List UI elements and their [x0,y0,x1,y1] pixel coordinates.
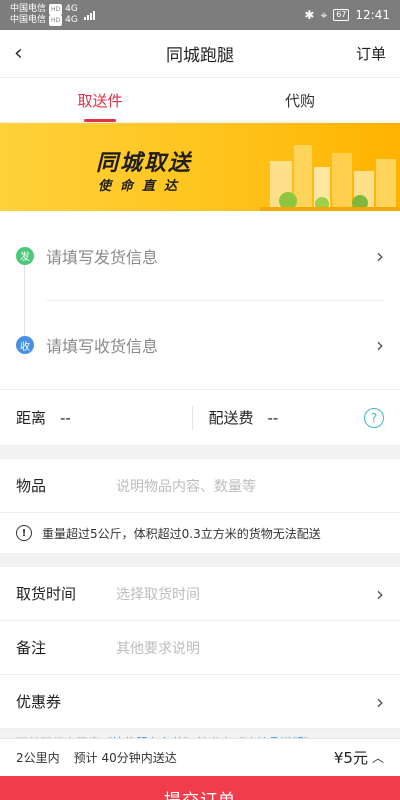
submit-order-button[interactable]: 提交订单 [0,776,400,800]
remark-label: 备注 [16,639,47,657]
sender-placeholder: 请填写发货信息 [46,247,159,267]
remark-input[interactable]: 其他要求说明 [116,638,384,658]
goods-input[interactable]: 说明物品内容、数量等 [116,476,384,496]
address-card: 发 请填写发货信息 › 收 请填写收货信息 › [0,211,400,389]
estimate-text: 预计 40分钟内送达 [73,751,177,765]
price-value: ¥5元 [333,749,368,767]
pickup-time-row[interactable]: 取货时间 选择取货时间 › [0,567,400,621]
receive-badge: 收 [16,336,34,354]
weight-notice: ! 重量超过5公斤，体积超过0.3立方米的货物无法配送 [0,513,400,553]
chevron-left-icon[interactable]: ‹ [14,42,23,65]
hd-badge: HD [49,4,63,15]
tab-bar: 取送件 代购 [0,78,400,122]
promo-banner[interactable]: 同城取送 使命直达 [0,123,400,211]
warning-icon: ! [16,525,32,541]
fee-label: 配送费 [208,409,254,427]
range-text: 2公里内 [16,751,60,765]
pickup-time-placeholder: 选择取货时间 [116,586,200,603]
battery-icon: 67 [333,9,350,21]
sender-row[interactable]: 发 请填写发货信息 › [16,211,384,300]
nav-bar: ‹ 同城跑腿 订单 [0,30,400,78]
bluetooth-icon: ✱ [304,8,315,22]
clock: 12:41 [355,8,390,22]
chevron-right-icon: › [376,689,384,714]
chevron-right-icon: › [376,243,384,268]
send-badge: 发 [16,246,34,265]
chevron-right-icon: › [376,333,384,357]
carrier-1: 中国电信 [10,4,47,14]
help-icon[interactable]: ? [364,407,384,428]
section-gap [0,445,400,459]
hd-badge: HD [49,15,63,26]
receiver-placeholder: 请填写收货信息 [46,337,159,356]
section-gap [0,553,400,567]
carrier-2: 中国电信 [10,15,47,25]
tab-purchase[interactable]: 代购 [200,78,400,122]
goods-label: 物品 [16,477,47,495]
city-skyline-icon [260,145,400,211]
banner-title: 同城取送 [96,151,193,176]
distance-fee-row: 距离 -- 配送费 -- ? [0,389,400,445]
distance-label: 距离 [16,409,47,427]
network-2: 4G [65,15,78,25]
status-bar: 中国电信 HD 4G 中国电信 HD 4G ✱ ⌖ 67 12:41 [0,0,400,30]
remark-row[interactable]: 备注 其他要求说明 [0,621,400,675]
divider [191,405,193,430]
order-summary[interactable]: 2公里内 预计 40分钟内送达 ¥5元 ︿ [0,738,400,776]
goods-row[interactable]: 物品 说明物品内容、数量等 [0,459,400,513]
page-title: 同城跑腿 [166,46,234,66]
submit-label: 提交订单 [164,786,236,800]
pickup-time-label: 取货时间 [16,585,77,603]
tab-pickup-delivery[interactable]: 取送件 [0,78,200,122]
orders-button[interactable]: 订单 [356,43,386,64]
fee-value: -- [267,408,279,427]
bottom-bar: 2公里内 预计 40分钟内送达 ¥5元 ︿ 提交订单 [0,738,400,800]
notice-text: 重量超过5公斤，体积超过0.3立方米的货物无法配送 [42,526,321,541]
distance-value: -- [60,408,71,427]
network-1: 4G [65,4,78,14]
chevron-right-icon: › [376,581,384,606]
chevron-up-icon[interactable]: ︿ [372,749,384,766]
coupon-label: 优惠券 [16,693,62,711]
receiver-row[interactable]: 收 请填写收货信息 › [16,300,384,389]
banner-subtitle: 使命直达 [98,179,187,194]
location-icon: ⌖ [320,7,328,22]
coupon-row[interactable]: 优惠券 › [0,675,400,729]
signal-icon [83,10,95,20]
